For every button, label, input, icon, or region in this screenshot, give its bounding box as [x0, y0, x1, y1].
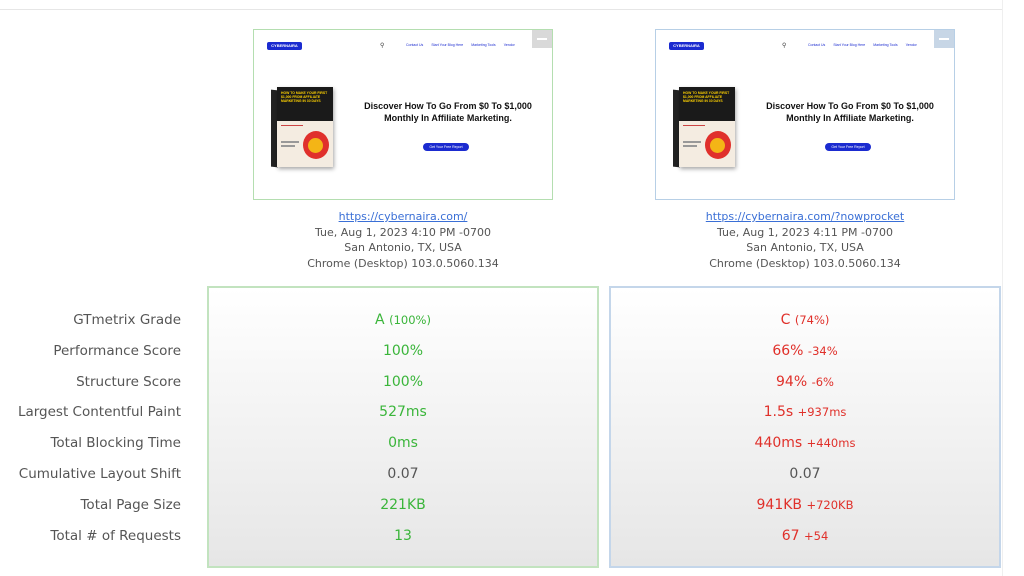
thumb-nav-item: Marketing Tools — [471, 43, 496, 47]
screenshot-thumbnail-nowprocket[interactable]: CYBERNAIRA ⚲ Contact Us Start Your Blog … — [655, 29, 955, 200]
report-location: San Antonio, TX, USA — [746, 241, 864, 254]
value-page-size: 941KB +720KB — [611, 495, 999, 526]
report-url-link[interactable]: https://cybernaira.com/?nowprocket — [655, 209, 955, 225]
ebook-cover-image: HOW TO MAKE YOUR FIRST $1,000 FROM AFFIL… — [673, 87, 739, 169]
value-lcp: 527ms — [379, 404, 427, 421]
metric-value: 67 — [781, 527, 800, 544]
grade-letter: C — [780, 312, 791, 328]
value-gtmetrix-grade: C (74%) — [611, 310, 999, 341]
value-gtmetrix-grade: A (100%) — [209, 310, 597, 341]
metric-diff: +54 — [804, 528, 829, 543]
thumb-nav-item: Marketing Tools — [873, 43, 898, 47]
grade-percent: (100%) — [389, 313, 431, 327]
results-panel-nowprocket: C (74%) 66% -34% 94% -6% 1.5s +937ms 440… — [609, 286, 1001, 568]
thumb-headline: Discover How To Go From $0 To $1,000 Mon… — [766, 101, 934, 123]
thumb-logo: CYBERNAIRA — [669, 42, 704, 50]
report-meta-original: https://cybernaira.com/ Tue, Aug 1, 2023… — [253, 209, 553, 271]
value-structure-score: 94% -6% — [611, 372, 999, 403]
metric-value: 66% — [772, 342, 804, 359]
report-browser: Chrome (Desktop) 103.0.5060.134 — [709, 256, 901, 270]
thumb-nav: Contact Us Start Your Blog Here Marketin… — [406, 43, 515, 47]
ebook-title: HOW TO MAKE YOUR FIRST $1,000 FROM AFFIL… — [281, 91, 328, 104]
value-cls: 0.07 — [789, 465, 821, 482]
value-tbt: 0ms — [388, 435, 418, 452]
thumb-minimize-icon — [532, 30, 552, 48]
value-lcp: 1.5s +937ms — [611, 402, 999, 433]
label-cls: Cumulative Layout Shift — [18, 465, 181, 482]
metric-value: 1.5s — [763, 404, 794, 421]
label-gtmetrix-grade: GTmetrix Grade — [73, 312, 181, 328]
metric-labels: GTmetrix Grade Performance Score Structu… — [0, 310, 181, 556]
report-datetime: Tue, Aug 1, 2023 4:11 PM -0700 — [716, 225, 894, 239]
thumb-search-icon: ⚲ — [380, 42, 385, 49]
thumb-minimize-icon — [934, 30, 954, 48]
value-performance-score: 100% — [382, 342, 424, 359]
top-divider — [0, 9, 1002, 10]
label-structure-score: Structure Score — [76, 373, 181, 390]
value-performance-score: 66% -34% — [611, 341, 999, 372]
value-page-size: 221KB — [380, 496, 426, 513]
thumb-nav-item: Contact Us — [808, 43, 826, 47]
value-requests: 13 — [394, 527, 412, 544]
ebook-cover-image: HOW TO MAKE YOUR FIRST $1,000 FROM AFFIL… — [271, 87, 337, 169]
metric-diff: +937ms — [797, 405, 847, 420]
thumb-nav-item: Contact Us — [406, 43, 424, 47]
metric-value: 94% — [776, 373, 808, 390]
label-performance-score: Performance Score — [53, 342, 181, 359]
report-location: San Antonio, TX, USA — [344, 241, 462, 254]
report-datetime: Tue, Aug 1, 2023 4:10 PM -0700 — [314, 225, 492, 239]
metric-diff: -6% — [811, 374, 834, 389]
ebook-title: HOW TO MAKE YOUR FIRST $1,000 FROM AFFIL… — [683, 91, 730, 104]
thumb-nav-item: Vendor — [905, 43, 917, 47]
metric-diff: +720KB — [806, 497, 854, 512]
metric-diff: -34% — [807, 343, 838, 358]
value-tbt: 440ms +440ms — [611, 433, 999, 464]
thumb-nav-item: Start Your Blog Here — [833, 43, 866, 47]
metric-value: 440ms — [754, 435, 803, 452]
grade-letter: A — [375, 312, 385, 328]
label-requests: Total # of Requests — [50, 527, 181, 544]
metric-value: 941KB — [756, 496, 803, 513]
value-structure-score: 100% — [382, 373, 424, 390]
label-tbt: Total Blocking Time — [50, 435, 181, 452]
value-requests: 67 +54 — [611, 526, 999, 557]
results-panel-original: A (100%) 100% 100% 527ms 0ms 0.07 221KB … — [207, 286, 599, 568]
label-lcp: Largest Contentful Paint — [17, 404, 181, 421]
thumb-headline: Discover How To Go From $0 To $1,000 Mon… — [364, 101, 532, 123]
metric-diff: +440ms — [806, 436, 856, 451]
screenshot-thumbnail-original[interactable]: CYBERNAIRA ⚲ Contact Us Start Your Blog … — [253, 29, 553, 200]
report-url-link[interactable]: https://cybernaira.com/ — [253, 209, 553, 225]
label-page-size: Total Page Size — [80, 496, 181, 513]
thumb-search-icon: ⚲ — [782, 42, 787, 49]
thumb-logo: CYBERNAIRA — [267, 42, 302, 50]
thumb-cta-button: Get Your Free Report — [423, 143, 469, 151]
right-divider — [1002, 0, 1003, 576]
thumb-nav-item: Vendor — [503, 43, 515, 47]
value-cls: 0.07 — [387, 465, 419, 482]
thumb-nav: Contact Us Start Your Blog Here Marketin… — [808, 43, 917, 47]
thumb-cta-button: Get Your Free Report — [825, 143, 871, 151]
report-meta-nowprocket: https://cybernaira.com/?nowprocket Tue, … — [655, 209, 955, 271]
grade-percent: (74%) — [794, 313, 830, 327]
report-browser: Chrome (Desktop) 103.0.5060.134 — [307, 256, 499, 270]
thumb-nav-item: Start Your Blog Here — [431, 43, 464, 47]
